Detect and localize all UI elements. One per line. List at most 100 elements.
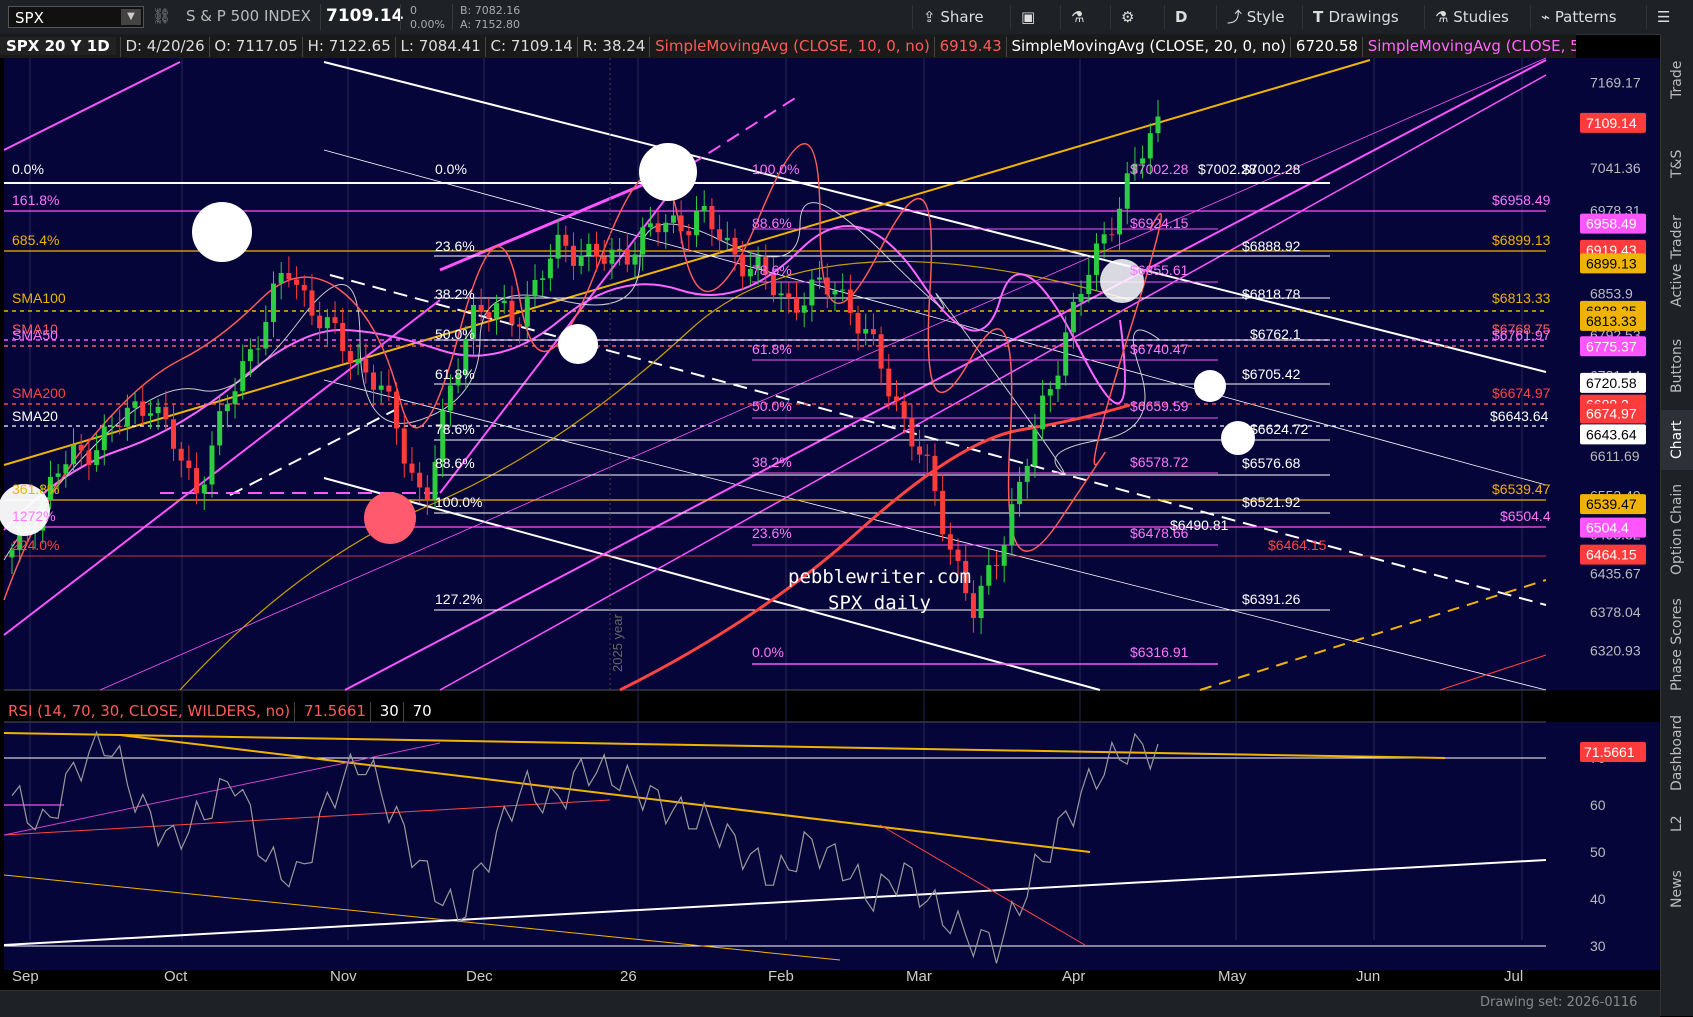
svg-text:6958.49: 6958.49	[1586, 216, 1637, 232]
x-tick-label: Nov	[330, 968, 357, 985]
y-tick-label: 6435.67	[1590, 566, 1641, 582]
price-tag: 6643.64	[1580, 424, 1646, 445]
level-label: $6762.1	[1250, 326, 1301, 342]
watermark-line1: pebblewriter.com	[788, 566, 971, 588]
svg-text:6813.33: 6813.33	[1586, 313, 1637, 329]
fib-label-right: 38.2%	[752, 454, 792, 470]
tab-trade[interactable]: Trade	[1661, 40, 1693, 120]
rsi-ob: 30	[379, 702, 399, 720]
svg-text:71.5661: 71.5661	[1584, 744, 1635, 760]
price-tag: 6899.13	[1580, 253, 1646, 274]
level-label: $6504.4	[1500, 508, 1551, 524]
price-tag: 6504.4	[1580, 517, 1646, 538]
x-tick-label: Sep	[12, 968, 39, 985]
price-pane	[4, 58, 1546, 690]
level-label: $7002.28	[1242, 161, 1301, 177]
rsi-tick-label: 60	[1590, 797, 1606, 813]
rsi-value: 71.5661	[303, 702, 366, 720]
level-label: $6674.97	[1492, 385, 1551, 401]
tab-phase-scores[interactable]: Phase Scores	[1661, 590, 1693, 700]
level-label: $6855.61	[1130, 262, 1189, 278]
svg-text:6464.15: 6464.15	[1586, 547, 1637, 563]
tab-time-sales[interactable]: T&S	[1661, 134, 1693, 194]
price-tag: 6775.37	[1580, 336, 1646, 357]
rsi-info-bar: RSI (14, 70, 30, CLOSE, WILDERS, no) 71.…	[0, 700, 1576, 722]
tab-option-chain[interactable]: Option Chain	[1661, 474, 1693, 584]
level-label: $6888.92	[1242, 238, 1301, 254]
level-label: $6316.91	[1130, 644, 1189, 660]
price-tag: 6539.47	[1580, 494, 1646, 515]
level-label: $6391.26	[1242, 591, 1301, 607]
fib-label-mid: 127.2%	[435, 591, 482, 607]
tab-news[interactable]: News	[1661, 854, 1693, 924]
x-tick-label: Oct	[164, 968, 188, 985]
rsi-label[interactable]: RSI (14, 70, 30, CLOSE, WILDERS, no)	[0, 702, 290, 720]
level-label: $6464.15	[1268, 537, 1327, 553]
fib-label-left: 161.8%	[12, 192, 59, 208]
fib-label-mid: 50.0%	[435, 326, 475, 342]
tab-buttons[interactable]: Buttons	[1661, 326, 1693, 406]
svg-text:6674.97: 6674.97	[1586, 405, 1637, 421]
level-label: $6818.78	[1242, 286, 1301, 302]
level-label: $6761.97	[1492, 327, 1551, 343]
fib-label-right: 50.0%	[752, 398, 792, 414]
level-label: $6521.92	[1242, 494, 1301, 510]
price-tag: 6958.49	[1580, 213, 1646, 234]
svg-text:6643.64: 6643.64	[1586, 426, 1637, 442]
y-tick-label: 7169.17	[1590, 75, 1641, 91]
svg-text:6504.4: 6504.4	[1586, 520, 1629, 536]
rsi-pane	[4, 722, 1546, 940]
level-label: $6705.42	[1242, 366, 1301, 382]
rsi-os: 70	[412, 702, 432, 720]
fib-label-right: 0.0%	[752, 644, 784, 660]
fib-label-right: 78.6%	[752, 262, 792, 278]
tab-active-trader[interactable]: Active Trader	[1661, 206, 1693, 316]
level-label: $6539.47	[1492, 481, 1551, 497]
svg-text:6775.37: 6775.37	[1586, 338, 1637, 354]
rsi-last-tag: 71.5661	[1580, 742, 1646, 762]
level-label: $6958.49	[1492, 192, 1551, 208]
right-sidebar: Trade T&S Active Trader Buttons Chart Op…	[1660, 34, 1693, 1016]
level-label: $6576.68	[1242, 455, 1301, 471]
y-tick-label: 6320.93	[1590, 642, 1641, 658]
watermark-line2: SPX daily	[828, 592, 931, 614]
level-label: $6740.47	[1130, 341, 1189, 357]
level-label: $6813.33	[1492, 290, 1551, 306]
bottom-bar: Drawing set: 2026-0116	[0, 990, 1660, 1017]
fib-label-left: 685.4%	[12, 232, 59, 248]
fib-label-right: 88.6%	[752, 215, 792, 231]
sma-label: SMA20	[12, 408, 58, 424]
drawing-set-label[interactable]: Drawing set: 2026-0116	[1480, 995, 1637, 1010]
level-label: $7002.28	[1130, 161, 1189, 177]
price-tag: 6720.58	[1580, 372, 1646, 393]
rsi-tick-label: 30	[1590, 938, 1606, 954]
tab-chart[interactable]: Chart	[1661, 410, 1693, 470]
sma-label: SMA50	[12, 327, 58, 343]
x-tick-label: Feb	[768, 968, 794, 985]
tab-dashboard[interactable]: Dashboard	[1661, 708, 1693, 798]
year-marker: 2025 year	[610, 614, 625, 672]
price-tag: 6464.15	[1580, 544, 1646, 565]
tab-l2[interactable]: L2	[1661, 804, 1693, 844]
fib-label-mid: 88.6%	[435, 455, 475, 471]
sma-label: SMA100	[12, 290, 66, 306]
fib-label-mid: 0.0%	[435, 161, 467, 177]
y-tick-label: 6378.04	[1590, 604, 1641, 620]
price-tag: 7109.14	[1580, 112, 1646, 133]
price-tag: 6674.97	[1580, 403, 1646, 424]
level-label: $6578.72	[1130, 454, 1189, 470]
fib-label-right: 61.8%	[752, 341, 792, 357]
level-label: $6624.72	[1250, 421, 1309, 437]
fib-label-right: 100.0%	[752, 161, 799, 177]
price-chart[interactable]: 0.0% 161.8% 685.4% SMA100 SMA10 SMA50 SM…	[0, 0, 1660, 990]
fib-label-right: 23.6%	[752, 525, 792, 541]
x-tick-label: Apr	[1062, 968, 1085, 985]
fib-label-left: 361.8%	[12, 481, 59, 497]
fib-label-left: 0.0%	[12, 161, 44, 177]
level-label: $6659.59	[1130, 398, 1189, 414]
fib-label-mid: 100.0%	[435, 494, 482, 510]
level-label: $6478.66	[1130, 525, 1189, 541]
x-tick-label: Mar	[906, 968, 932, 985]
price-tag: 6813.33	[1580, 310, 1646, 331]
y-tick-label: 7041.36	[1590, 160, 1641, 176]
